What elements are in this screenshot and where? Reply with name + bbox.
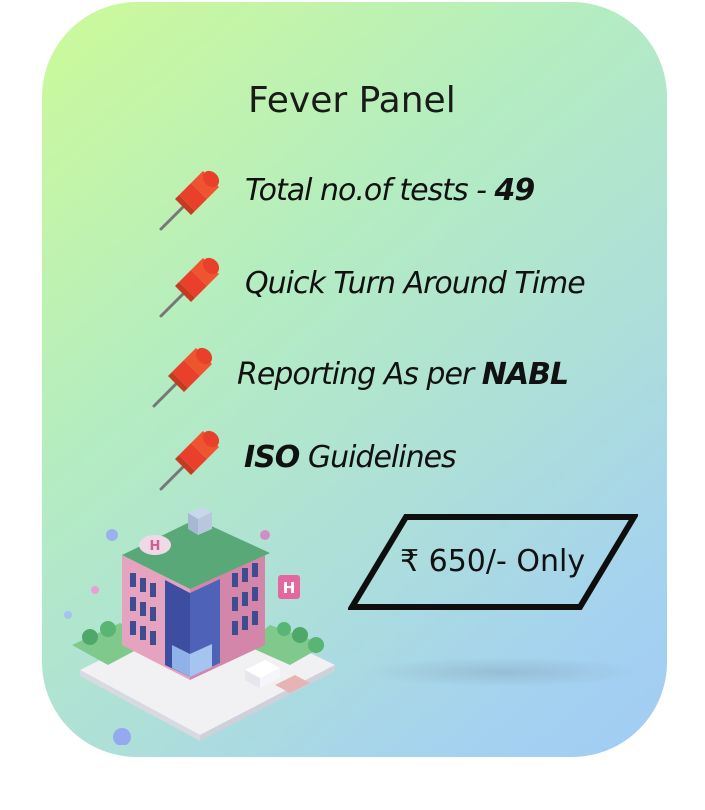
feature-text: Reporting As per xyxy=(237,357,482,392)
feature-iso: ISO Guidelines xyxy=(244,440,457,475)
feature-text: Guidelines xyxy=(299,440,457,475)
svg-text:H: H xyxy=(150,539,161,554)
feature-text: Quick Turn Around Time xyxy=(245,266,586,301)
feature-bold-text: 49 xyxy=(494,173,536,208)
pushpin-icon xyxy=(159,430,220,491)
hospital-building-illustration: H H xyxy=(64,507,335,745)
pushpin-icon xyxy=(159,257,220,318)
feature-total-tests: Total no.of tests - 49 xyxy=(245,173,536,208)
feature-reporting: Reporting As per NABL xyxy=(237,357,569,392)
pushpin-icon xyxy=(152,347,213,408)
price-label: ₹ 650/- Only xyxy=(400,544,586,579)
panel-title: Fever Panel xyxy=(248,80,456,121)
svg-text:H: H xyxy=(283,579,296,597)
feature-bold-text: ISO xyxy=(244,440,300,475)
feature-text: Total no.of tests - xyxy=(245,173,495,208)
feature-bold-text: NABL xyxy=(481,357,569,392)
pushpin-icon xyxy=(159,170,220,231)
feature-turnaround: Quick Turn Around Time xyxy=(245,266,586,301)
